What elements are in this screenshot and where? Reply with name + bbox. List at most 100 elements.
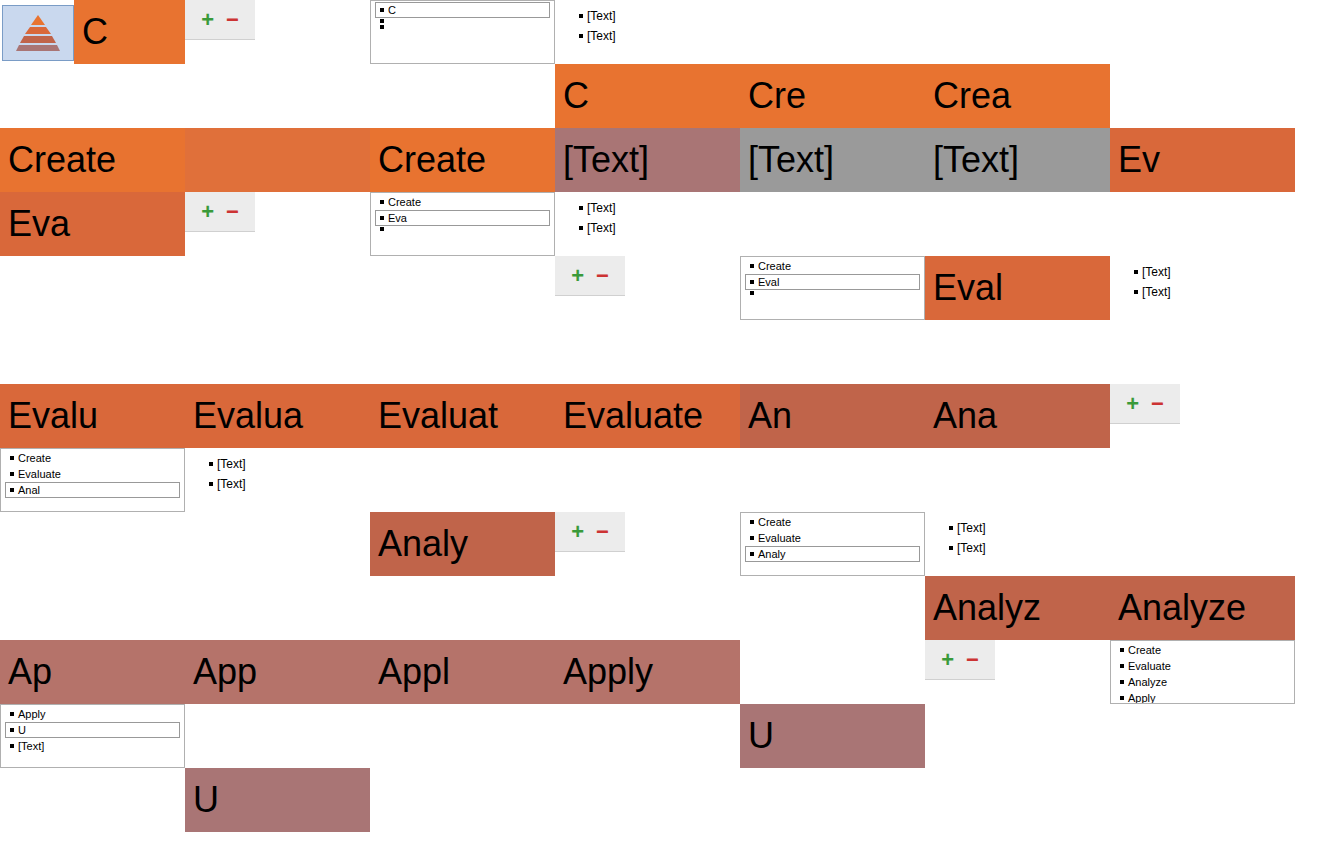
blank-tile — [555, 320, 740, 384]
blank-tile — [0, 512, 185, 576]
pyramid-shape[interactable]: Analyze — [1110, 576, 1295, 640]
blank-tile — [740, 768, 925, 832]
add-bullet-button[interactable]: + — [201, 9, 214, 31]
text-pane-item[interactable]: Analyze — [1115, 674, 1290, 690]
bullet-item[interactable]: [Text] — [579, 8, 716, 24]
remove-bullet-button[interactable]: − — [226, 201, 239, 223]
add-bullet-button[interactable]: + — [571, 265, 584, 287]
blank-tile — [1110, 768, 1295, 832]
text-pane-item[interactable]: C — [375, 2, 550, 18]
add-bullet-button[interactable]: + — [571, 521, 584, 543]
bullet-item[interactable]: [Text] — [949, 520, 1086, 536]
blank-tile — [185, 512, 370, 576]
pyramid-shape[interactable]: U — [185, 768, 370, 832]
bullet-item[interactable]: [Text] — [1134, 264, 1271, 280]
bullet-item[interactable]: [Text] — [209, 456, 346, 472]
bullet-item[interactable]: [Text] — [579, 28, 716, 44]
add-bullet-button[interactable]: + — [941, 649, 954, 671]
remove-bullet-button[interactable]: − — [1151, 393, 1164, 415]
pyramid-shape[interactable]: Create — [0, 128, 185, 192]
text-pane-item[interactable]: Evaluate — [5, 466, 180, 482]
remove-bullet-button[interactable]: − — [596, 521, 609, 543]
text-pane-item[interactable] — [375, 18, 550, 24]
blank-tile — [1110, 64, 1295, 128]
text-pane-item[interactable]: Evaluate — [745, 530, 920, 546]
text-pane-item[interactable]: Create — [745, 514, 920, 530]
text-pane-item[interactable]: Create — [5, 450, 180, 466]
text-pane-item[interactable]: Create — [745, 258, 920, 274]
pyramid-icon[interactable] — [2, 5, 74, 61]
text-pane-item[interactable]: Apply — [1115, 690, 1290, 704]
shape-tile: Cre — [740, 64, 925, 128]
pyramid-shape[interactable]: Crea — [925, 64, 1110, 128]
pyramid-shape[interactable]: Eva — [0, 192, 185, 256]
pyramid-shape[interactable]: Analy — [370, 512, 555, 576]
shape-tile: Create — [370, 128, 555, 192]
bullet-item[interactable]: [Text] — [949, 540, 1086, 556]
text-pane-item[interactable] — [375, 24, 550, 30]
pyramid-shape[interactable]: Ap — [0, 640, 185, 704]
blank-tile — [185, 64, 370, 128]
pyramid-shape[interactable]: U — [740, 704, 925, 768]
bullet-item[interactable]: [Text] — [209, 476, 346, 492]
add-bullet-button[interactable]: + — [1126, 393, 1139, 415]
pyramid-shape[interactable]: [Text] — [555, 128, 740, 192]
bullet-list: [Text] [Text] — [925, 512, 1110, 576]
pyramid-shape[interactable]: [Text] — [925, 128, 1110, 192]
pyramid-shape[interactable]: C — [555, 64, 740, 128]
text-pane-item[interactable]: Analy — [745, 546, 920, 562]
text-pane: CreateEvaluateAnaly — [740, 512, 925, 576]
blank-tile — [185, 576, 370, 640]
blank-tile — [370, 768, 555, 832]
blank-tile — [740, 448, 925, 512]
text-pane-item[interactable]: Eval — [745, 274, 920, 290]
bullet-list: [Text] [Text] — [185, 448, 370, 512]
pyramid-shape[interactable]: Cre — [740, 64, 925, 128]
text-pane-item[interactable]: Evaluate — [1115, 658, 1290, 674]
text-pane-toolbar: +− — [925, 640, 1110, 704]
bullet-item[interactable]: [Text] — [579, 220, 716, 236]
blank-tile — [925, 192, 1110, 256]
shape-tile — [185, 128, 370, 192]
pyramid-shape[interactable]: Evalu — [0, 384, 185, 448]
text-pane-item[interactable] — [375, 226, 550, 232]
blank-tile — [370, 256, 555, 320]
pyramid-shape[interactable]: Evalua — [185, 384, 370, 448]
pyramid-shape[interactable]: [Text] — [740, 128, 925, 192]
text-pane-item[interactable]: Eva — [375, 210, 550, 226]
pyramid-shape[interactable]: Analyz — [925, 576, 1110, 640]
text-pane-item[interactable]: Apply — [5, 706, 180, 722]
pyramid-shape[interactable]: Ana — [925, 384, 1110, 448]
shape-tile: Appl — [370, 640, 555, 704]
remove-bullet-button[interactable]: − — [596, 265, 609, 287]
text-pane-item[interactable] — [745, 290, 920, 296]
pyramid-shape[interactable]: C — [74, 0, 185, 64]
pyramid-shape[interactable]: Apply — [555, 640, 740, 704]
pyramid-shape[interactable]: App — [185, 640, 370, 704]
blank-tile — [925, 448, 1110, 512]
text-pane-item[interactable]: Create — [1115, 642, 1290, 658]
text-pane-item[interactable]: [Text] — [5, 738, 180, 754]
bullet-item[interactable]: [Text] — [1134, 284, 1271, 300]
remove-bullet-button[interactable]: − — [966, 649, 979, 671]
pyramid-shape[interactable]: Ev — [1110, 128, 1295, 192]
remove-bullet-button[interactable]: − — [226, 9, 239, 31]
shape-tile: Evaluate — [555, 384, 740, 448]
blank-tile — [0, 576, 185, 640]
text-pane-item[interactable]: Create — [375, 194, 550, 210]
text-pane-toolbar: +− — [185, 0, 370, 64]
pyramid-shape[interactable]: An — [740, 384, 925, 448]
pyramid-shape[interactable]: Evaluat — [370, 384, 555, 448]
pyramid-shape[interactable]: Create — [370, 128, 555, 192]
text-pane-item[interactable]: Anal — [5, 482, 180, 498]
pyramid-shape[interactable] — [185, 128, 370, 192]
text-pane: CreateEvaluateAnalyzeApply — [1110, 640, 1295, 704]
pyramid-shape[interactable]: Evaluate — [555, 384, 740, 448]
blank-tile — [1110, 512, 1295, 576]
bullet-item[interactable]: [Text] — [579, 200, 716, 216]
text-pane-item[interactable]: U — [5, 722, 180, 738]
shape-tile: Analyz — [925, 576, 1110, 640]
pyramid-shape[interactable]: Eval — [925, 256, 1110, 320]
pyramid-shape[interactable]: Appl — [370, 640, 555, 704]
add-bullet-button[interactable]: + — [201, 201, 214, 223]
